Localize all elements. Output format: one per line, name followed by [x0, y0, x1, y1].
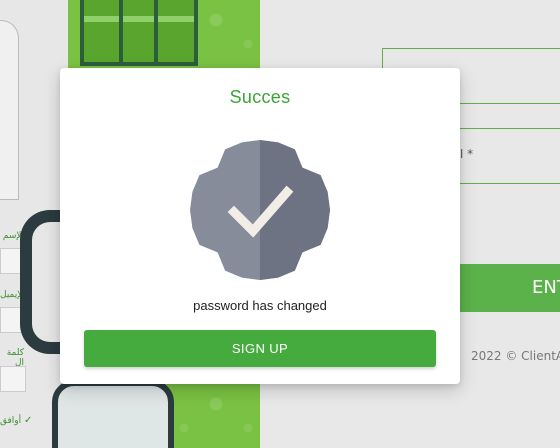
verified-badge-icon	[190, 140, 330, 280]
modal-overlay: Succes password has changed SIGN UP	[0, 0, 560, 448]
modal-title: Succes	[229, 87, 291, 107]
sign-up-button[interactable]: SIGN UP	[84, 330, 436, 367]
success-modal: Succes password has changed SIGN UP	[60, 68, 460, 384]
modal-message: password has changed	[193, 298, 327, 313]
